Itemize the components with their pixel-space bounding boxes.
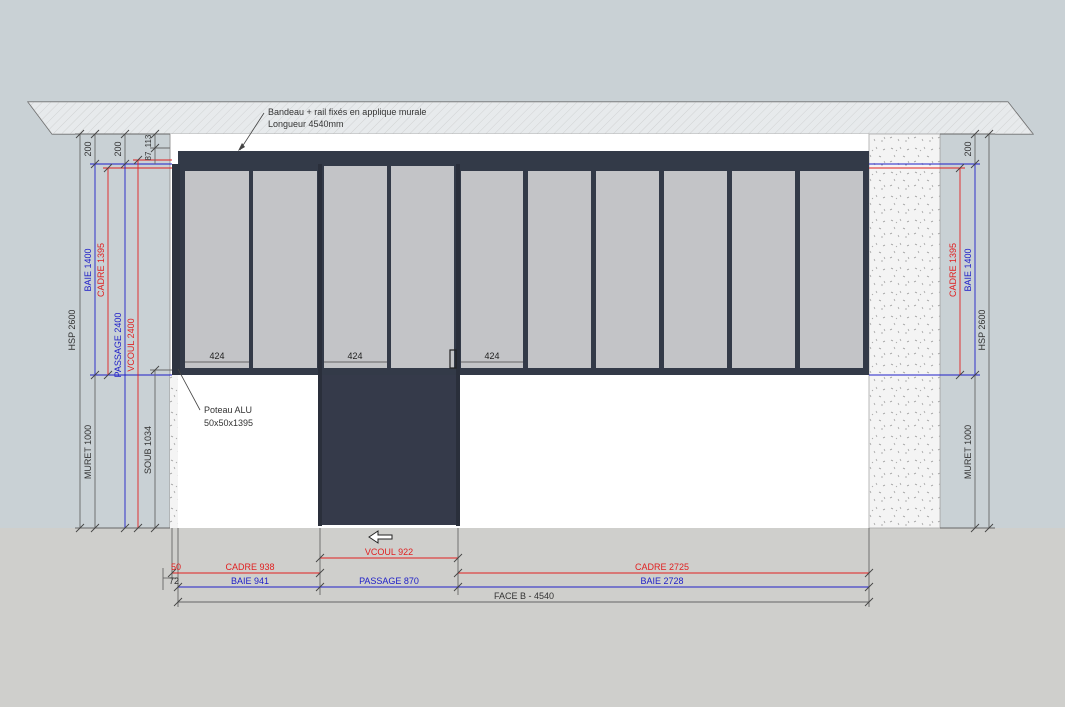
dim-bottom-cadre-right: CADRE 2725 [635, 562, 689, 572]
dim-left-muret: MURET 1000 [83, 425, 93, 479]
dim-right-baie: BAIE 1400 [963, 248, 973, 291]
dim-bottom-50: 50 [171, 562, 181, 572]
dim-left-hsp: HSP 2600 [67, 310, 77, 351]
dim-left-vcoul: VCOUL 2400 [126, 318, 136, 371]
pane-dim-left: 424 [209, 351, 224, 361]
floor [0, 528, 1065, 707]
annotation-poteau-1: Poteau ALU [204, 405, 252, 415]
dim-left-passage: PASSAGE 2400 [113, 313, 123, 378]
glazed-frame [172, 164, 869, 375]
bandeau-rail [178, 151, 869, 164]
dim-bottom-72: 72 [169, 576, 179, 586]
dim-right-cadre: CADRE 1395 [948, 243, 958, 297]
poteau-alu [172, 164, 180, 375]
dim-bottom-passage: PASSAGE 870 [359, 576, 419, 586]
dim-bottom-baie-left: BAIE 941 [231, 576, 269, 586]
annotation-bandeau-2: Longueur 4540mm [268, 119, 344, 129]
dim-left-cadre: CADRE 1395 [96, 243, 106, 297]
left-strip [170, 375, 178, 528]
dim-left-200-b: 200 [113, 141, 123, 156]
dim-bottom-cadre-left: CADRE 938 [225, 562, 274, 572]
dim-bottom-face: FACE B - 4540 [494, 591, 554, 601]
dim-right-muret: MURET 1000 [963, 425, 973, 479]
annotation-bandeau-1: Bandeau + rail fixés en applique murale [268, 107, 426, 117]
dim-left-113: 113 [144, 134, 153, 147]
dim-left-soub: SOUB 1034 [143, 426, 153, 474]
dim-bottom-baie-right: BAIE 2728 [640, 576, 683, 586]
dim-bottom-vcoul: VCOUL 922 [365, 547, 413, 557]
pane-dim-right: 424 [484, 351, 499, 361]
annotation-poteau-2: 50x50x1395 [204, 418, 253, 428]
dim-left-87: 87 [144, 151, 153, 160]
dim-left-baie: BAIE 1400 [83, 248, 93, 291]
door-lower-panel [320, 375, 458, 525]
elevation-drawing: 424 424 424 Bandeau + rail fixés en appl… [0, 101, 1065, 707]
pane-dim-door: 424 [347, 351, 362, 361]
dim-right-hsp: HSP 2600 [977, 310, 987, 351]
dim-left-200-a: 200 [83, 141, 93, 156]
dim-right-200: 200 [963, 141, 973, 156]
right-pillar [868, 133, 941, 529]
